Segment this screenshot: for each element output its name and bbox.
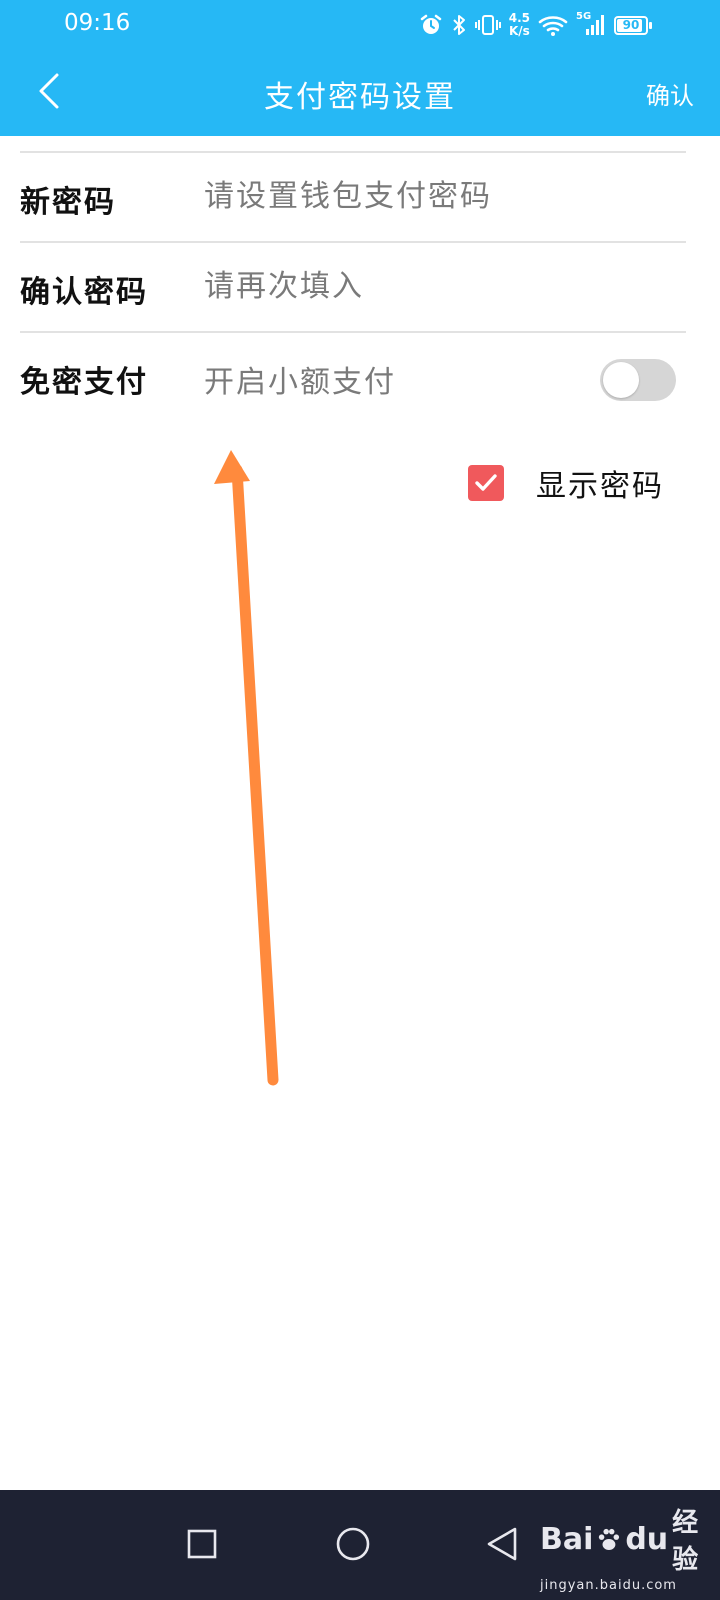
- system-nav-bar: Bai du 经验 jingyan.baidu.com: [0, 1490, 720, 1600]
- back-triangle-icon: [487, 1527, 517, 1561]
- home-button[interactable]: [329, 1520, 377, 1568]
- baidu-jingyan-watermark: Bai du 经验 jingyan.baidu.com: [540, 1502, 720, 1593]
- logo-text-2: du: [625, 1521, 669, 1557]
- logo-service: 经验: [672, 1508, 699, 1575]
- recent-apps-icon: [187, 1529, 217, 1559]
- logo-text: Bai: [540, 1521, 594, 1557]
- recent-apps-button[interactable]: [178, 1520, 226, 1568]
- paw-icon: [599, 1528, 620, 1551]
- baidu-logo: Bai du 经验: [540, 1502, 720, 1576]
- back-nav-button[interactable]: [478, 1520, 526, 1568]
- home-icon: [336, 1527, 370, 1561]
- annotation-arrow-icon: [214, 450, 279, 1086]
- watermark-url: jingyan.baidu.com: [540, 1578, 677, 1593]
